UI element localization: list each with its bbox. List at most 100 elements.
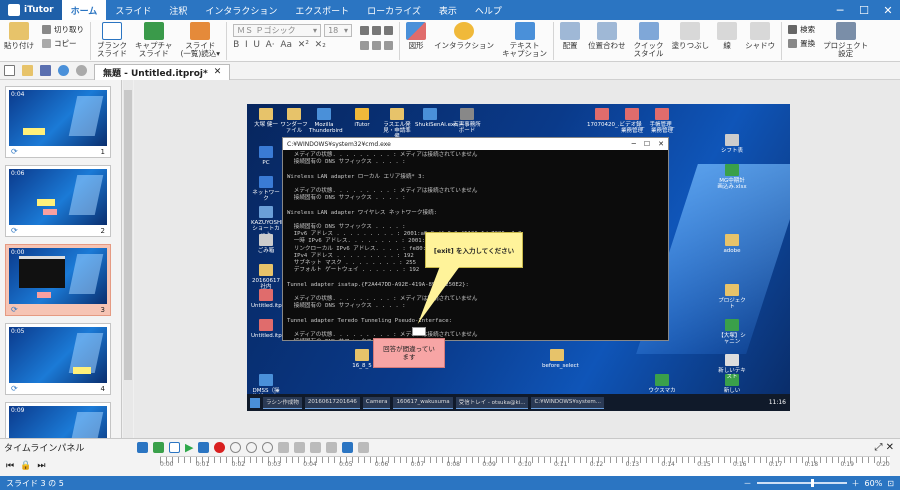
font-size-select[interactable]: 18 ▾ (324, 24, 353, 37)
fit-page-icon[interactable]: ⊡ (887, 479, 894, 488)
cut-button[interactable]: 切り取り (42, 24, 84, 35)
desktop-icon[interactable]: ラスエル発見・申請準備 (382, 108, 412, 140)
slide-thumbnail[interactable]: 0:09⟳5 (5, 402, 111, 438)
taskbar-item[interactable]: 受信トレイ - otsuka@ki... (455, 396, 529, 409)
align-center-icon[interactable] (372, 41, 382, 50)
taskbar-item[interactable]: C:¥WINDOWS¥system... (531, 396, 604, 409)
paste-button[interactable]: 貼り付け (0, 22, 38, 50)
tab-7[interactable]: ヘルプ (466, 0, 511, 20)
save-icon[interactable] (40, 65, 51, 76)
view-mode-icon[interactable] (169, 442, 180, 453)
maximize-icon[interactable]: ☐ (852, 4, 876, 17)
desktop-icon[interactable]: プロジェクト (717, 284, 747, 310)
format-buttons[interactable]: B I U A· Aa ✕² ✕₂ (233, 40, 352, 50)
desktop-icon[interactable]: 手帳管理_業務管理 (647, 108, 677, 134)
view-mode-icon[interactable] (137, 442, 148, 453)
text-caption-button[interactable]: テキスト キャプション (498, 22, 551, 58)
maximize-icon[interactable]: ☐ (644, 140, 650, 148)
panel-close-icon[interactable]: ⤢ ✕ (874, 442, 900, 453)
fill-button[interactable]: 塗りつぶし (668, 22, 714, 50)
tab-3[interactable]: インタラクション (196, 0, 286, 20)
transition-icon[interactable]: ⟳ (11, 147, 18, 156)
slide-thumbnail[interactable]: 0:00 ⟳ 3 (5, 244, 111, 316)
align-icon[interactable] (310, 442, 322, 453)
slide-thumbnail[interactable]: 0:04 ⟳ 1 (5, 86, 111, 158)
transition-icon[interactable]: ⟳ (11, 384, 18, 393)
indent-icon[interactable] (384, 26, 394, 35)
tab-5[interactable]: ローカライズ (358, 0, 430, 20)
desktop-icon[interactable]: ネットワーク (251, 176, 281, 202)
desktop-icon[interactable]: ごみ箱 (251, 234, 281, 254)
timeline-ruler[interactable]: 0:00 0:01 0:02 0:03 0:04 0:05 0:06 0:07 0:08 0:09… (160, 456, 890, 476)
desktop-icon[interactable]: シフト表 (717, 134, 747, 154)
project-settings-button[interactable]: プロジェクト 設定 (819, 22, 872, 58)
desktop-icon[interactable]: ワンダーファイル (279, 108, 309, 134)
align-icon[interactable] (360, 26, 370, 35)
close-icon[interactable]: ✕ (876, 4, 900, 17)
caption-icon[interactable] (342, 442, 354, 453)
desktop-icon[interactable]: iTutor (347, 108, 377, 128)
list-icon[interactable] (372, 26, 382, 35)
zoom-slider[interactable] (756, 479, 847, 487)
blank-slide-button[interactable]: ブランク スライド (93, 22, 131, 58)
line-button[interactable]: 線 (713, 22, 741, 50)
zoom-in-icon[interactable] (246, 442, 258, 453)
tab-6[interactable]: 表示 (430, 0, 466, 20)
scrollbar-thumb[interactable] (124, 90, 132, 380)
lock-icon[interactable]: 🔒 (20, 461, 31, 471)
thumbnail-scrollbar[interactable] (123, 80, 133, 438)
tab-0[interactable]: ホーム (61, 0, 107, 20)
desktop-icon[interactable]: 【大塚】シャニン (717, 319, 747, 345)
desktop-icon[interactable]: 石黒事務所ボード (452, 108, 482, 134)
shadow-button[interactable]: シャドウ (741, 22, 779, 50)
font-name-select[interactable]: ＭＳ Ｐゴシック ▾ (233, 24, 322, 37)
desktop-icon[interactable]: 17070420_… (587, 108, 623, 128)
tab-1[interactable]: スライド (106, 0, 160, 20)
record-icon[interactable] (214, 442, 226, 453)
zoom-in-button[interactable]: ＋ (852, 478, 860, 489)
align-icon[interactable] (326, 442, 338, 453)
taskbar-item[interactable]: 160617_wakusuma (393, 396, 453, 409)
close-icon[interactable]: ✕ (658, 140, 664, 148)
align-icon[interactable] (294, 442, 306, 453)
align-left-icon[interactable] (360, 41, 370, 50)
desktop-icon[interactable]: Untitled.itproj (251, 289, 289, 309)
desktop-icon[interactable]: ShukiSenAi.exe (415, 108, 457, 128)
desktop-icon[interactable]: before_select (542, 349, 579, 369)
close-tab-icon[interactable]: ✕ (214, 67, 222, 77)
play-icon[interactable]: ▶ (185, 441, 193, 454)
rewind-icon[interactable]: ⏮ (6, 461, 14, 471)
yellow-callout[interactable]: [exit] を入力してください (425, 232, 523, 268)
desktop-icon[interactable]: 20160617社内 (251, 264, 281, 290)
replace-button[interactable]: 置換 (788, 38, 815, 49)
minimize-icon[interactable]: ─ (828, 4, 852, 17)
copy-button[interactable]: コピー (42, 38, 84, 49)
open-folder-icon[interactable] (22, 65, 33, 76)
desktop-icon[interactable]: adobe (717, 234, 747, 254)
zoom-out-button[interactable]: － (744, 478, 752, 489)
align-right-icon[interactable] (384, 41, 394, 50)
windows-start-icon[interactable] (250, 397, 260, 408)
transition-icon[interactable]: ⟳ (11, 226, 18, 235)
position-button[interactable]: 位置合わせ (584, 22, 630, 50)
find-button[interactable]: 検索 (788, 24, 815, 35)
taskbar-item[interactable]: ラシン作成物 (263, 396, 302, 409)
interaction-button[interactable]: インタラクション (430, 22, 498, 50)
taskbar-item[interactable]: 20160617201646 (304, 396, 360, 409)
view-mode-icon[interactable] (153, 442, 164, 453)
document-tab[interactable]: 無題 - Untitled.itproj* ✕ (94, 63, 231, 80)
redo-icon[interactable] (76, 65, 87, 76)
desktop-icon[interactable]: Mozilla Thunderbird (309, 108, 343, 134)
click-target-box[interactable] (412, 327, 426, 336)
zoom-out-icon[interactable] (262, 442, 274, 453)
new-file-icon[interactable] (4, 65, 15, 76)
taskbar-item[interactable]: Camera (362, 396, 391, 409)
capture-slide-button[interactable]: キャプチャ スライド (131, 22, 176, 58)
desktop-icon[interactable]: 新しいテキスト (717, 354, 747, 380)
slide-thumbnail[interactable]: 0:05 ⟳ 4 (5, 323, 111, 395)
transition-icon[interactable]: ⟳ (11, 305, 18, 314)
fast-forward-icon[interactable]: ⏭ (37, 461, 45, 471)
desktop-icon[interactable]: PC (251, 146, 281, 166)
desktop-icon[interactable]: 大塚 健一 (251, 108, 281, 128)
align-icon[interactable] (278, 442, 290, 453)
